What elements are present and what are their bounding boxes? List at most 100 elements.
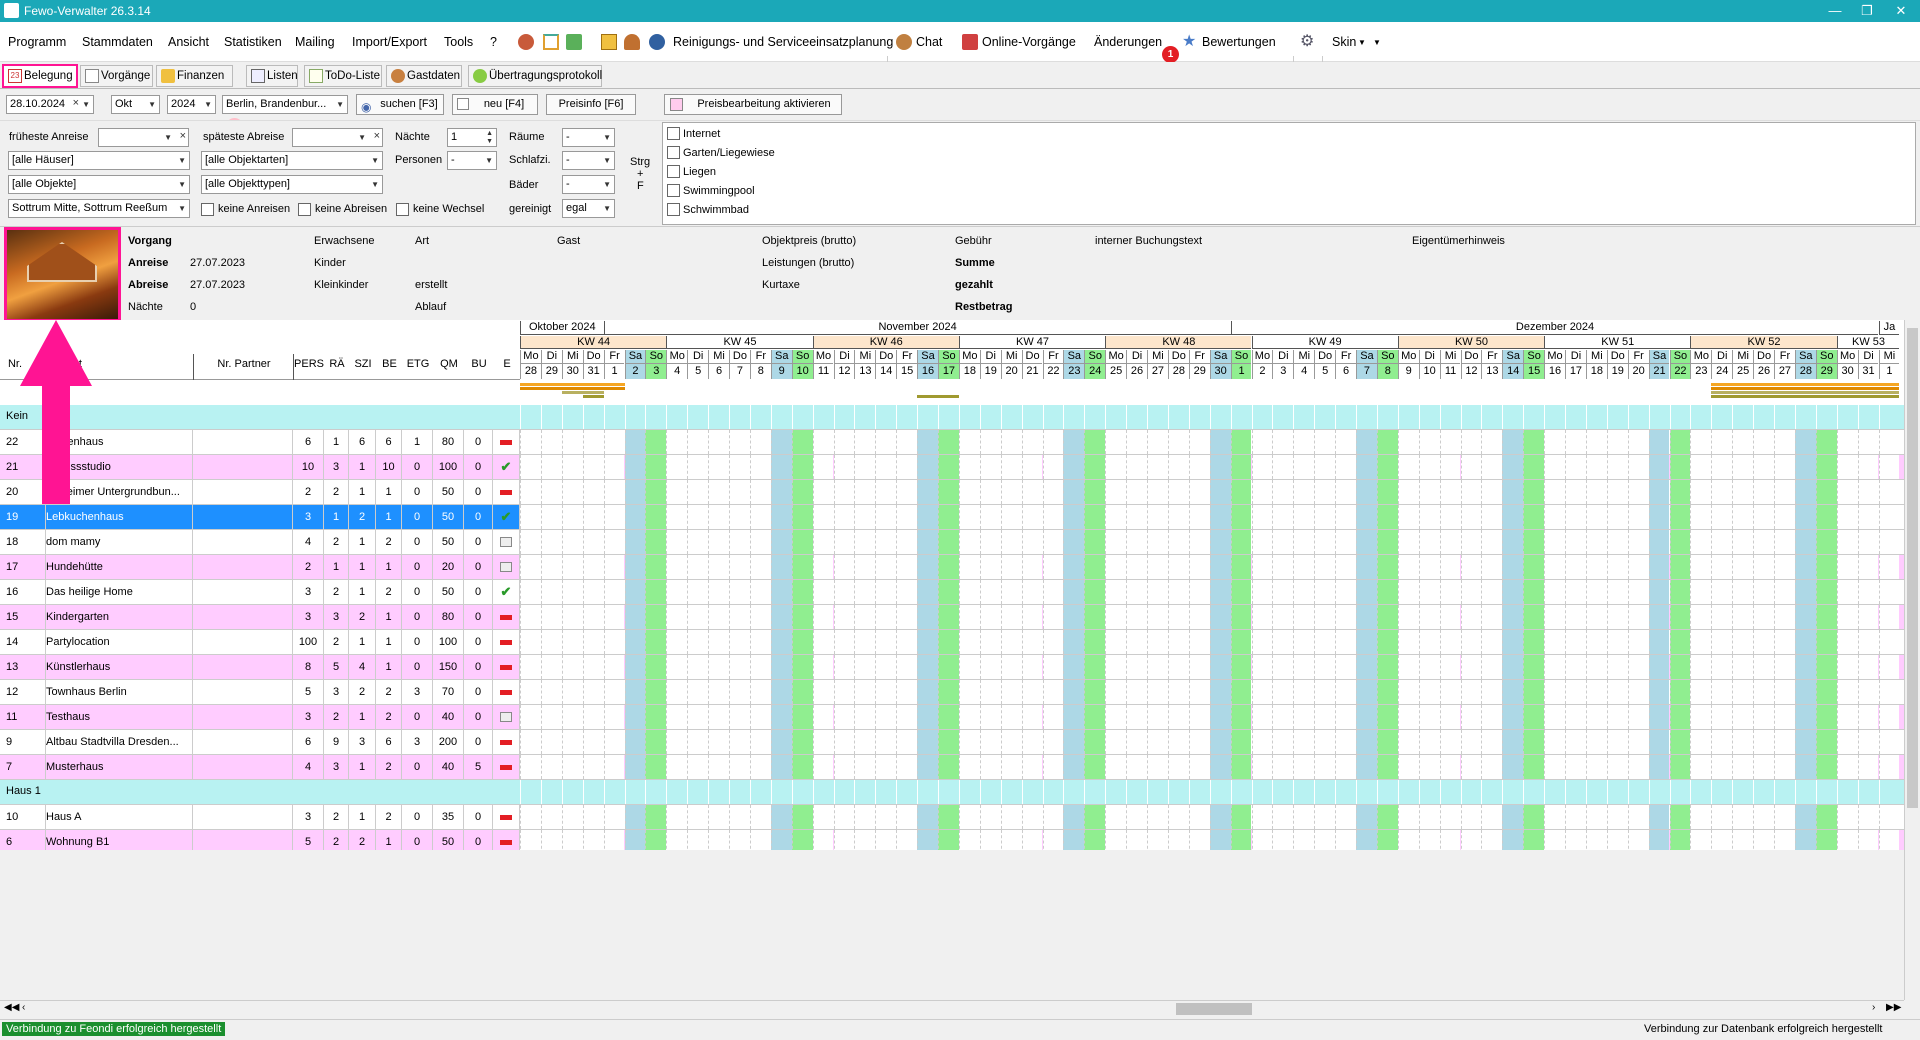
day-cell[interactable]	[1084, 480, 1106, 504]
day-cell[interactable]	[520, 655, 541, 679]
day-cell[interactable]	[645, 730, 667, 754]
day-cell[interactable]	[979, 455, 1001, 479]
day-cell[interactable]	[749, 680, 771, 704]
table-row[interactable]: 21 Fitnessstudio 10 3 1 10 0 100 0 ✔	[0, 455, 1904, 480]
day-cell[interactable]	[854, 805, 876, 829]
day-header[interactable]: 22	[1042, 364, 1064, 379]
day-cell[interactable]	[561, 680, 583, 704]
table-cell[interactable]: Musterhaus	[46, 755, 193, 779]
day-cell[interactable]	[1627, 605, 1649, 629]
day-cell[interactable]	[896, 505, 918, 529]
day-cell[interactable]	[896, 705, 918, 729]
day-cell[interactable]	[749, 505, 771, 529]
day-cell[interactable]	[1606, 655, 1628, 679]
day-cell[interactable]	[979, 705, 1001, 729]
day-cell[interactable]	[1627, 430, 1649, 454]
day-cell[interactable]	[1732, 805, 1754, 829]
day-cell[interactable]	[1711, 555, 1733, 579]
day-cell[interactable]	[1753, 555, 1774, 579]
day-cell[interactable]	[1376, 480, 1398, 504]
day-cell[interactable]	[1460, 605, 1482, 629]
day-cell[interactable]	[1418, 505, 1440, 529]
day-cell[interactable]	[1648, 430, 1670, 454]
day-cell[interactable]	[1774, 680, 1795, 704]
day-cell[interactable]	[624, 705, 646, 729]
day-cell[interactable]	[917, 555, 938, 579]
day-cell[interactable]	[1648, 605, 1670, 629]
day-cell[interactable]	[1084, 605, 1106, 629]
day-cell[interactable]	[979, 830, 1001, 850]
day-header[interactable]: 25	[1732, 364, 1754, 379]
day-cell[interactable]	[1167, 555, 1189, 579]
day-cell[interactable]	[1565, 705, 1586, 729]
day-cell[interactable]	[1084, 580, 1106, 604]
day-cell[interactable]	[687, 505, 709, 529]
day-cell[interactable]	[561, 630, 583, 654]
day-cell[interactable]	[1209, 730, 1231, 754]
day-cell[interactable]	[1376, 555, 1398, 579]
day-cell[interactable]	[1042, 505, 1064, 529]
day-cell[interactable]	[1606, 580, 1628, 604]
day-header[interactable]: 13	[1481, 364, 1503, 379]
table-cell[interactable]: 1	[324, 505, 349, 529]
day-cell[interactable]	[1857, 830, 1879, 850]
day-cell[interactable]	[1397, 805, 1419, 829]
day-cell[interactable]	[1544, 655, 1565, 679]
day-cell[interactable]	[1669, 455, 1691, 479]
day-cell[interactable]	[875, 680, 897, 704]
table-cell[interactable]: 10	[376, 455, 402, 479]
day-cell[interactable]	[603, 530, 625, 554]
day-cell[interactable]	[979, 505, 1001, 529]
day-cell[interactable]	[1272, 505, 1294, 529]
day-cell[interactable]	[540, 530, 562, 554]
day-cell[interactable]	[1314, 705, 1336, 729]
table-row[interactable]: 6 Wohnung B1 5 2 2 1 0 50 0	[0, 830, 1904, 850]
day-cell[interactable]	[875, 655, 897, 679]
day-cell[interactable]	[1585, 480, 1607, 504]
status-cell[interactable]	[493, 655, 520, 679]
day-cell[interactable]	[1627, 555, 1649, 579]
day-cell[interactable]	[854, 630, 876, 654]
day-cell[interactable]	[979, 580, 1001, 604]
day-cell[interactable]	[561, 730, 583, 754]
day-cell[interactable]	[854, 605, 876, 629]
day-cell[interactable]	[1084, 505, 1106, 529]
table-cell[interactable]: 50	[433, 505, 464, 529]
day-cell[interactable]	[1272, 755, 1294, 779]
day-cell[interactable]	[540, 655, 562, 679]
day-cell[interactable]	[917, 630, 938, 654]
day-cell[interactable]	[1815, 530, 1837, 554]
menu-chat[interactable]: Chat	[916, 35, 942, 49]
table-cell[interactable]: 3	[293, 580, 324, 604]
day-cell[interactable]	[1230, 680, 1252, 704]
frueheste-anreise-field[interactable]: ▼ ×	[98, 128, 189, 147]
keine-wechsel-checkbox[interactable]	[396, 203, 409, 216]
day-cell[interactable]	[1502, 705, 1524, 729]
day-cell[interactable]	[1376, 605, 1398, 629]
day-header[interactable]: 26	[1126, 364, 1147, 379]
day-cell[interactable]	[1314, 680, 1336, 704]
day-cell[interactable]	[1648, 730, 1670, 754]
menu-help[interactable]: ?	[490, 35, 497, 49]
day-cell[interactable]	[666, 480, 688, 504]
day-cell[interactable]	[1356, 730, 1377, 754]
day-cell[interactable]	[1481, 505, 1503, 529]
day-cell[interactable]	[1293, 505, 1315, 529]
day-cell[interactable]	[1293, 555, 1315, 579]
day-cell[interactable]	[1376, 755, 1398, 779]
event-marker[interactable]	[520, 383, 625, 386]
table-cell[interactable]: 2	[324, 480, 349, 504]
table-cell[interactable]	[193, 680, 293, 704]
day-cell[interactable]	[770, 555, 792, 579]
service-icon[interactable]	[649, 34, 665, 50]
day-cell[interactable]	[875, 505, 897, 529]
day-cell[interactable]	[1565, 730, 1586, 754]
day-cell[interactable]	[520, 555, 541, 579]
day-cell[interactable]	[1126, 580, 1147, 604]
day-cell[interactable]	[1857, 580, 1879, 604]
day-cell[interactable]	[1481, 480, 1503, 504]
day-cell[interactable]	[938, 680, 959, 704]
day-cell[interactable]	[1209, 680, 1231, 704]
day-cell[interactable]	[1063, 730, 1085, 754]
day-cell[interactable]	[791, 755, 813, 779]
